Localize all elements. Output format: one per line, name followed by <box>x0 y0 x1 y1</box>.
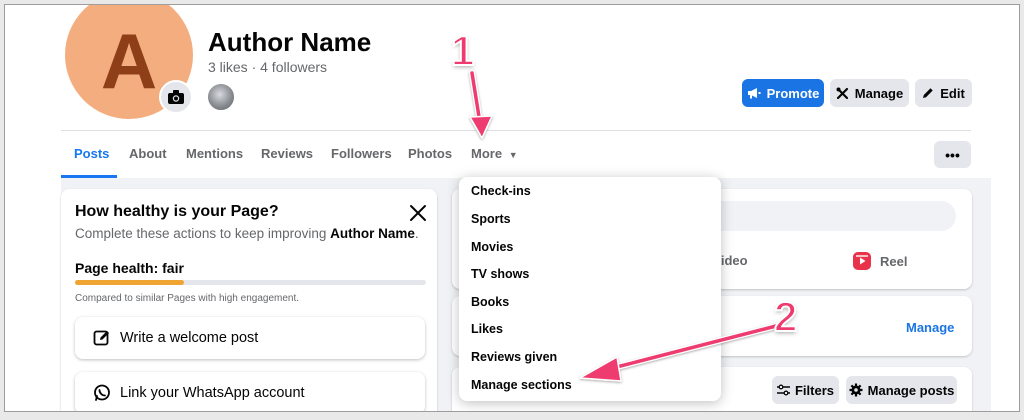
arrow-2 <box>579 322 783 382</box>
arrow-1 <box>469 70 493 139</box>
annotation-step-2: 2 <box>773 292 798 341</box>
screenshot-frame: A Author Name 3 likes · 4 followers Prom… <box>4 4 1020 412</box>
annotation-step-1: 1 <box>450 26 475 75</box>
annotation-arrows <box>469 70 783 382</box>
